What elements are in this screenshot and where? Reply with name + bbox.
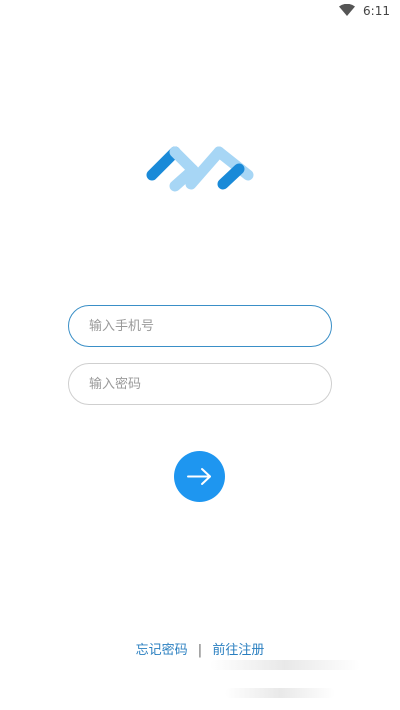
wifi-icon	[339, 4, 355, 16]
footer-separator: |	[197, 643, 203, 658]
blurred-overlay	[225, 688, 335, 698]
footer-links: 忘记密码 | 前往注册	[0, 639, 400, 658]
blurred-overlay	[210, 660, 360, 670]
register-link[interactable]: 前往注册	[212, 643, 264, 658]
password-input-container[interactable]	[68, 363, 332, 405]
arrow-right-icon	[187, 468, 211, 485]
forgot-password-link[interactable]: 忘记密码	[136, 643, 188, 658]
phone-input[interactable]	[69, 306, 331, 346]
brand-logo-icon	[146, 146, 254, 192]
login-submit-button[interactable]	[174, 451, 225, 502]
status-time: 6:11	[363, 4, 390, 18]
password-input[interactable]	[69, 364, 331, 404]
status-bar: 6:11	[0, 0, 400, 24]
phone-input-container[interactable]	[68, 305, 332, 347]
